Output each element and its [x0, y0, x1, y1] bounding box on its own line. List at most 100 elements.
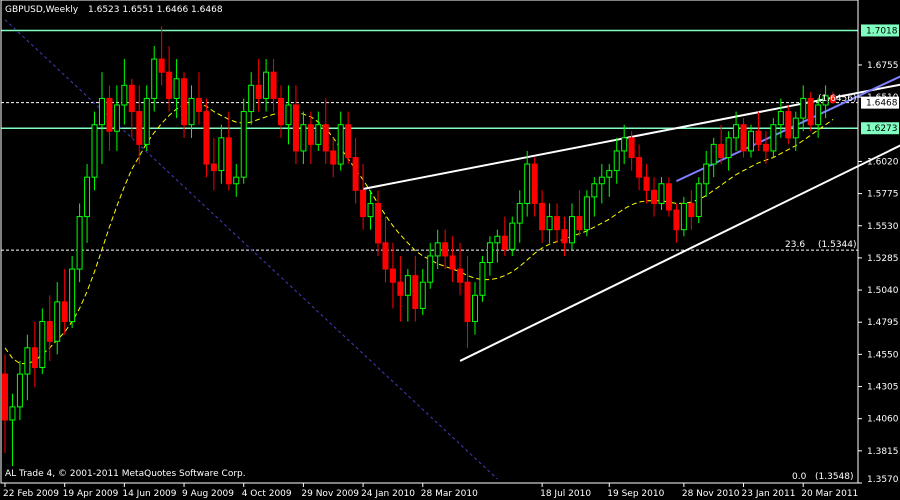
- candle-body: [69, 268, 76, 323]
- candle-body: [360, 189, 367, 218]
- candle-body: [815, 104, 822, 126]
- price-box-label: 1.6273: [866, 124, 898, 134]
- x-tick-label: 22 Feb 2009: [3, 489, 59, 499]
- price-chart[interactable]: (1.6456) 23.6 (1.5344) 0.0 (1.3548) 1.6755 1.…: [0, 0, 900, 500]
- candle-body: [61, 301, 68, 323]
- candle-body: [464, 281, 471, 323]
- x-tick-label: 9 Aug 2009: [182, 489, 234, 499]
- candle-body: [412, 275, 419, 309]
- fib-annotation: 23.6: [785, 240, 805, 250]
- candle-body: [427, 255, 434, 283]
- candle-body: [419, 281, 426, 309]
- candle-body: [434, 242, 441, 257]
- candle-body: [725, 137, 732, 158]
- candle-body: [397, 281, 404, 296]
- candle-body: [337, 124, 344, 165]
- chart-background: [0, 0, 900, 500]
- candle-body: [181, 78, 188, 126]
- candle-body: [210, 163, 217, 172]
- candle-body: [330, 150, 337, 165]
- candle-body: [136, 111, 143, 145]
- candle-body: [46, 321, 53, 342]
- x-tick-label: 23 Jan 2011: [742, 489, 796, 499]
- candle-body: [531, 163, 538, 204]
- y-tick-label: 1.6020: [867, 157, 899, 167]
- candle-body: [203, 111, 210, 165]
- fib-annotation: (1.3548): [815, 472, 854, 482]
- candle-body: [636, 157, 643, 178]
- candle-body: [367, 202, 374, 218]
- candle-body: [651, 189, 658, 204]
- candle-body: [315, 124, 322, 145]
- candle-body: [16, 373, 23, 408]
- x-tick-label: 20 Mar 2011: [801, 489, 858, 499]
- candle-body: [807, 97, 814, 126]
- y-tick-label: 1.4550: [867, 350, 899, 360]
- candle-body: [121, 84, 128, 106]
- candle-body: [278, 97, 285, 126]
- candle-body: [113, 104, 120, 132]
- candle-body: [352, 157, 359, 191]
- y-tick-label: 1.5285: [867, 254, 899, 264]
- candle-body: [748, 130, 754, 152]
- candle-body: [665, 183, 672, 211]
- x-tick-label: 19 Apr 2009: [63, 489, 119, 499]
- candle-body: [84, 176, 91, 218]
- candle-body: [740, 124, 747, 152]
- candle-body: [233, 176, 240, 185]
- price-box-label: 1.7018: [866, 26, 898, 36]
- candle-body: [76, 216, 83, 270]
- candle-body: [188, 97, 195, 126]
- candle-body: [457, 268, 464, 283]
- candle-body: [24, 347, 31, 375]
- candle-body: [516, 202, 523, 224]
- candle-body: [673, 209, 680, 231]
- y-tick-label: 1.5530: [867, 222, 899, 232]
- candle-body: [710, 143, 717, 165]
- candle-body: [755, 130, 762, 145]
- x-tick-label: 28 Mar 2010: [421, 489, 478, 499]
- candle: [695, 177, 702, 224]
- candle-body: [270, 71, 277, 99]
- y-tick-label: 1.3570: [867, 475, 899, 485]
- candle-body: [524, 163, 531, 204]
- candle-body: [158, 58, 165, 73]
- candle-body: [501, 235, 508, 250]
- candle-body: [375, 202, 381, 244]
- y-tick-label: 1.4060: [867, 415, 899, 425]
- x-tick-label: 19 Sep 2010: [607, 489, 664, 499]
- candle-body: [143, 97, 150, 145]
- candle-body: [307, 124, 314, 145]
- y-tick-label: 1.4305: [867, 383, 899, 393]
- candle-body: [471, 294, 478, 323]
- candle-body: [173, 78, 180, 99]
- candle-body: [733, 124, 740, 139]
- candle-body: [718, 143, 725, 158]
- candle-body: [613, 150, 620, 172]
- candle-body: [785, 111, 792, 139]
- y-tick-label: 1.6755: [867, 61, 899, 71]
- candle-body: [688, 202, 695, 218]
- candle-body: [166, 71, 173, 99]
- candle-body: [2, 373, 8, 421]
- candle-body: [106, 97, 113, 132]
- candle-body: [31, 347, 38, 368]
- candle-body: [583, 196, 590, 231]
- x-tick-label: 14 Jun 2009: [122, 489, 176, 499]
- ohlc-readout: 1.6523 1.6551 1.6466 1.6468: [88, 5, 223, 15]
- candle-body: [39, 321, 46, 368]
- y-tick-label: 1.5040: [867, 286, 899, 296]
- candle: [240, 98, 247, 184]
- candle-body: [54, 301, 61, 342]
- candle-body: [91, 124, 98, 178]
- candle-body: [762, 143, 769, 152]
- candle-body: [770, 124, 777, 152]
- candle-body: [628, 137, 635, 158]
- candle-body: [658, 183, 665, 204]
- candle-body: [225, 137, 232, 185]
- candle-body: [643, 176, 650, 191]
- candle-body: [800, 97, 807, 119]
- candle-body: [9, 406, 16, 421]
- candle-body: [576, 216, 583, 231]
- fib-annotation: (1.5344): [818, 240, 857, 250]
